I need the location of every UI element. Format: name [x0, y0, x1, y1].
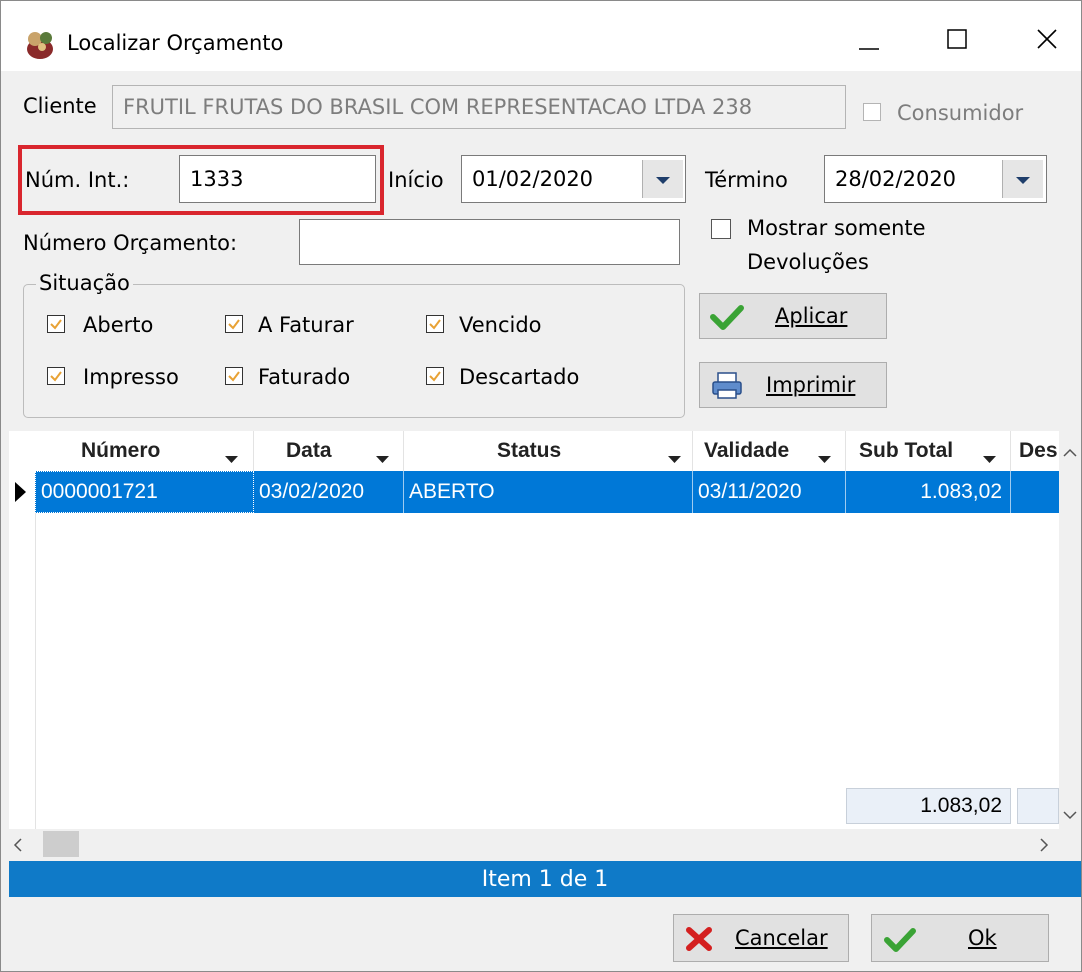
- maximize-button[interactable]: [929, 19, 985, 63]
- mostrar-devolucoes-checkbox[interactable]: [711, 219, 731, 239]
- consumidor-label: Consumidor: [897, 101, 1024, 125]
- situacao-impresso-label: Impresso: [83, 365, 179, 389]
- column-header-label: Número: [81, 439, 161, 462]
- maximize-icon: [946, 28, 968, 54]
- close-icon: [1036, 28, 1058, 54]
- column-header-des[interactable]: Des: [1011, 431, 1059, 471]
- imprimir-label: Imprimir: [766, 373, 856, 397]
- num-int-input[interactable]: 1333: [179, 155, 376, 203]
- minimize-icon: [858, 28, 880, 54]
- situacao-a-faturar-label: A Faturar: [258, 313, 354, 337]
- close-button[interactable]: [1019, 19, 1075, 63]
- window-title: Localizar Orçamento: [67, 31, 284, 55]
- column-header-subtotal[interactable]: Sub Total: [846, 431, 1011, 471]
- check-icon: [710, 303, 744, 336]
- termino-dropdown-button[interactable]: [1002, 160, 1043, 198]
- cliente-field[interactable]: FRUTIL FRUTAS DO BRASIL COM REPRESENTACA…: [112, 85, 846, 129]
- situacao-a-faturar-checkbox[interactable]: [225, 315, 243, 333]
- inicio-dropdown-button[interactable]: [642, 160, 683, 198]
- aplicar-label: Aplicar: [775, 304, 848, 328]
- footer-subtotal-total: 1.083,02: [846, 788, 1011, 824]
- numero-orcamento-label: Número Orçamento:: [23, 231, 238, 255]
- status-bar-text: Item 1 de 1: [481, 866, 609, 892]
- sort-dropdown-icon[interactable]: [818, 446, 831, 470]
- situacao-vencido-label: Vencido: [459, 313, 542, 337]
- table-cell-validade[interactable]: 03/11/2020: [693, 471, 846, 513]
- numero-orcamento-input[interactable]: [299, 219, 680, 265]
- situacao-legend: Situação: [36, 271, 133, 295]
- title-bar: Localizar Orçamento: [1, 1, 1081, 71]
- inicio-label: Início: [388, 168, 444, 192]
- chevron-down-icon: [1016, 170, 1030, 189]
- printer-icon: [710, 371, 744, 406]
- consumidor-checkbox[interactable]: [863, 103, 881, 121]
- ok-label: Ok: [968, 926, 997, 950]
- column-header-label: Des: [1019, 439, 1058, 462]
- inicio-date-value: 01/02/2020: [472, 167, 594, 191]
- situacao-faturado-checkbox[interactable]: [225, 367, 243, 385]
- status-bar: Item 1 de 1: [9, 861, 1081, 897]
- table-cell-data[interactable]: 03/02/2020: [254, 471, 404, 513]
- horizontal-scrollbar[interactable]: [9, 829, 1081, 859]
- column-header-label: Sub Total: [859, 439, 954, 462]
- situacao-vencido-checkbox[interactable]: [426, 315, 444, 333]
- footer-des-total: [1017, 788, 1059, 824]
- situacao-aberto-label: Aberto: [83, 313, 154, 337]
- scroll-up-icon[interactable]: [1063, 443, 1077, 462]
- num-int-label: Núm. Int.:: [25, 168, 130, 192]
- situacao-group: [23, 284, 685, 418]
- aplicar-button[interactable]: Aplicar: [699, 293, 887, 339]
- situacao-descartado-label: Descartado: [459, 365, 580, 389]
- situacao-aberto-checkbox[interactable]: [47, 315, 65, 333]
- scroll-down-icon[interactable]: [1063, 805, 1077, 824]
- sort-dropdown-icon[interactable]: [376, 446, 389, 470]
- cancelar-label: Cancelar: [735, 926, 828, 950]
- termino-label: Término: [705, 168, 788, 192]
- ok-button[interactable]: Ok: [871, 914, 1049, 962]
- column-header-data[interactable]: Data: [254, 431, 404, 471]
- column-header-status[interactable]: Status: [404, 431, 693, 471]
- column-header-label: Validade: [704, 439, 790, 462]
- column-header-validade[interactable]: Validade: [693, 431, 846, 471]
- dialog-window: Localizar Orçamento Cliente FRUTIL FRUTA…: [0, 0, 1082, 972]
- mostrar-devolucoes-label-line2: Devoluções: [747, 250, 869, 274]
- close-x-icon: [686, 927, 712, 956]
- sort-dropdown-icon[interactable]: [225, 446, 238, 470]
- cliente-label: Cliente: [23, 94, 97, 118]
- check-icon: [884, 927, 916, 958]
- situacao-descartado-checkbox[interactable]: [426, 367, 444, 385]
- sort-dropdown-icon[interactable]: [668, 446, 681, 470]
- app-icon: [23, 27, 57, 61]
- scroll-left-icon[interactable]: [13, 837, 23, 856]
- chevron-down-icon: [656, 170, 670, 189]
- cancelar-button[interactable]: Cancelar: [673, 914, 849, 962]
- imprimir-button[interactable]: Imprimir: [699, 362, 887, 408]
- table-cell-status[interactable]: ABERTO: [404, 471, 693, 513]
- minimize-button[interactable]: [841, 19, 897, 63]
- situacao-impresso-checkbox[interactable]: [47, 367, 65, 385]
- horizontal-scroll-thumb[interactable]: [43, 831, 79, 857]
- vertical-scrollbar[interactable]: [1059, 431, 1081, 829]
- row-selector-arrow-icon: [15, 482, 27, 506]
- termino-date-value: 28/02/2020: [835, 167, 957, 191]
- mostrar-devolucoes-label-line1: Mostrar somente: [747, 216, 926, 240]
- table-cell-subtotal[interactable]: 1.083,02: [846, 471, 1011, 513]
- column-header-numero[interactable]: Número: [35, 431, 254, 471]
- table-cell-des[interactable]: [1011, 471, 1059, 513]
- column-header-label: Status: [497, 439, 562, 462]
- table-cell-numero[interactable]: 0000001721: [35, 471, 254, 513]
- situacao-faturado-label: Faturado: [258, 365, 351, 389]
- sort-dropdown-icon[interactable]: [983, 446, 996, 470]
- scroll-right-icon[interactable]: [1039, 837, 1049, 856]
- column-header-label: Data: [286, 439, 332, 462]
